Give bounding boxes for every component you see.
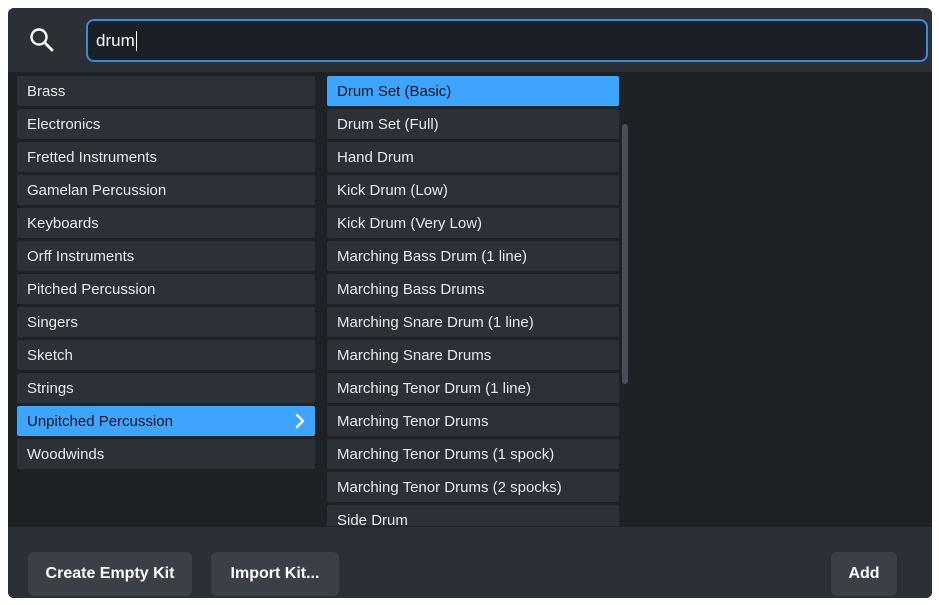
instrument-item-label: Marching Tenor Drum (1 line) (337, 379, 531, 397)
category-item[interactable]: Gamelan Percussion (17, 175, 315, 205)
instrument-item-label: Marching Bass Drum (1 line) (337, 247, 528, 265)
category-item[interactable]: Singers (17, 307, 315, 337)
instrument-item[interactable]: Marching Snare Drum (1 line) (327, 307, 619, 337)
add-kit-dialog: drum Brass Electronics Fretted Instruments… (8, 8, 932, 598)
instrument-item[interactable]: Marching Bass Drum (1 line) (327, 241, 619, 271)
button-bar: Create Empty Kit Import Kit... Add (8, 527, 932, 598)
instrument-item[interactable]: Marching Tenor Drum (1 line) (327, 373, 619, 403)
chevron-right-icon (293, 412, 307, 434)
category-item-label: Brass (27, 82, 66, 100)
category-item[interactable]: Keyboards (17, 208, 315, 238)
instrument-item[interactable]: Marching Tenor Drums (1 spock) (327, 439, 619, 469)
instrument-item[interactable]: Marching Tenor Drums (2 spocks) (327, 472, 619, 502)
category-item-label: Sketch (27, 346, 73, 364)
instrument-item[interactable]: Kick Drum (Very Low) (327, 208, 619, 238)
search-icon[interactable] (22, 20, 62, 60)
instrument-list: Drum Set (Basic) Drum Set (Full) Hand Drum… (327, 76, 619, 526)
category-item[interactable]: Sketch (17, 340, 315, 370)
instrument-item[interactable]: Marching Snare Drums (327, 340, 619, 370)
category-item-label: Pitched Percussion (27, 280, 156, 298)
instrument-item-label: Marching Snare Drums (337, 346, 492, 364)
instrument-item-label: Marching Snare Drum (1 line) (337, 313, 534, 331)
category-item-label: Orff Instruments (27, 247, 135, 265)
search-bar: drum (8, 8, 932, 72)
instrument-item[interactable]: Side Drum (327, 505, 619, 526)
instrument-item-label: Kick Drum (Low) (337, 181, 448, 199)
instrument-item[interactable]: Drum Set (Basic) (327, 76, 619, 106)
instrument-item[interactable]: Hand Drum (327, 142, 619, 172)
category-item-label: Strings (27, 379, 74, 397)
instrument-item-label: Hand Drum (337, 148, 414, 166)
instrument-item-label: Marching Tenor Drums (2 spocks) (337, 478, 562, 496)
instrument-item-label: Marching Tenor Drums (337, 412, 489, 430)
category-item[interactable]: Brass (17, 76, 315, 106)
category-item[interactable]: Strings (17, 373, 315, 403)
category-item-label: Gamelan Percussion (27, 181, 167, 199)
search-input-value: drum (96, 31, 137, 51)
instrument-list-scrollbar[interactable] (622, 124, 628, 384)
category-item-label: Keyboards (27, 214, 99, 232)
category-item[interactable]: Pitched Percussion (17, 274, 315, 304)
category-item-label: Electronics (27, 115, 101, 133)
search-input[interactable]: drum (86, 19, 928, 62)
add-button[interactable]: Add (831, 552, 897, 596)
instrument-item[interactable]: Marching Tenor Drums (327, 406, 619, 436)
instrument-item[interactable]: Kick Drum (Low) (327, 175, 619, 205)
instrument-item-label: Marching Bass Drums (337, 280, 485, 298)
category-item-label: Singers (27, 313, 78, 331)
instrument-item-label: Drum Set (Full) (337, 115, 439, 133)
category-item[interactable]: Woodwinds (17, 439, 315, 469)
import-kit-button[interactable]: Import Kit... (211, 552, 339, 596)
create-empty-kit-button[interactable]: Create Empty Kit (28, 552, 192, 596)
instrument-item-label: Side Drum (337, 511, 408, 527)
text-caret (135, 31, 137, 51)
instrument-item[interactable]: Drum Set (Full) (327, 109, 619, 139)
instrument-item-label: Drum Set (Basic) (337, 82, 452, 100)
category-item[interactable]: Electronics (17, 109, 315, 139)
category-item-label: Woodwinds (27, 445, 105, 463)
category-item[interactable]: Orff Instruments (17, 241, 315, 271)
instrument-item[interactable]: Marching Bass Drums (327, 274, 619, 304)
category-item[interactable]: Unpitched Percussion (17, 406, 315, 436)
category-item-label: Unpitched Percussion (27, 412, 173, 430)
category-item[interactable]: Fretted Instruments (17, 142, 315, 172)
instrument-item-label: Kick Drum (Very Low) (337, 214, 483, 232)
instrument-item-label: Marching Tenor Drums (1 spock) (337, 445, 555, 463)
category-item-label: Fretted Instruments (27, 148, 158, 166)
